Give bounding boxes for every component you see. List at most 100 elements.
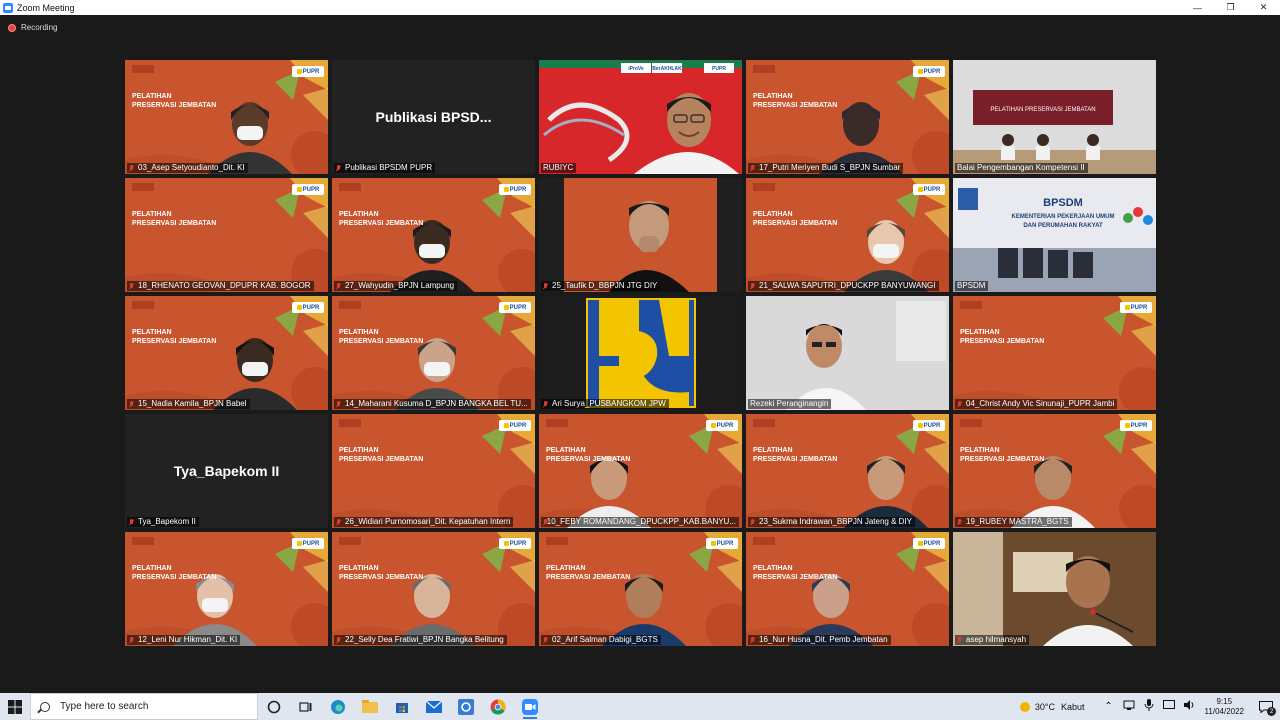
task-view-icon[interactable]	[290, 693, 322, 720]
slide-title-line2: PRESERVASI JEMBATAN	[546, 574, 631, 581]
pupr-logo: PUPR	[499, 302, 531, 313]
slide-title: PELATIHAN PRESERVASI JEMBATAN	[132, 210, 216, 228]
notification-center-button[interactable]: 2	[1252, 693, 1280, 720]
window-titlebar: Zoom Meeting — ❐ ✕	[0, 0, 1280, 15]
muted-mic-icon	[336, 282, 342, 290]
participant-tile[interactable]: PELATIHAN PRESERVASI JEMBATAN PUPR 10_FEBY …	[539, 414, 742, 528]
participant-tile[interactable]: PELATIHAN PRESERVASI JEMBATAN PUPR 21_SALWA…	[746, 178, 949, 292]
participant-tile[interactable]: BPSDM KEMENTERIAN PEKERJAAN UMUM DAN PERUM…	[953, 178, 1156, 292]
edge-browser-icon[interactable]	[322, 693, 354, 720]
participant-tile[interactable]: PELATIHAN PRESERVASI JEMBATAN PUPR 18_RHENA…	[125, 178, 328, 292]
volume-icon[interactable]	[1179, 699, 1199, 714]
close-button[interactable]: ✕	[1247, 0, 1280, 15]
participant-name: asep hilmansyah	[966, 635, 1027, 644]
participant-tile[interactable]: Ari Surya_PUSBANGKOM JPW	[539, 296, 742, 410]
zoom-taskbar-icon[interactable]	[514, 693, 546, 720]
participant-name: 23_Sukma Indrawan_BBPJN Jateng & DIY	[759, 517, 912, 526]
participant-tile[interactable]: 25_Taufik D_BBPJN JTG DIY	[539, 178, 742, 292]
participant-name: 16_Nur Husna_Dit. Pemb Jembatan	[759, 635, 888, 644]
muted-mic-icon	[129, 282, 135, 290]
slide-background	[746, 60, 949, 174]
slide-title-line2: PRESERVASI JEMBATAN	[339, 574, 424, 581]
participant-name-label: 17_Putri Meriyen Budi S_BPJN Sumbar	[748, 163, 904, 173]
participant-tile[interactable]: iProVe BerAKHLAK PUPR RUBIYC	[539, 60, 742, 174]
minimize-button[interactable]: —	[1181, 0, 1214, 15]
clock-time: 9:15	[1216, 696, 1233, 706]
maximize-button[interactable]: ❐	[1214, 0, 1247, 15]
participant-tile[interactable]: asep hilmansyah	[953, 532, 1156, 646]
slide-background	[953, 414, 1156, 528]
participant-tile[interactable]: PELATIHAN PRESERVASI JEMBATAN PUPR 03_Asep …	[125, 60, 328, 174]
slide-title-line1: PELATIHAN	[753, 565, 793, 572]
room-camera-feed: PELATIHAN PRESERVASI JEMBATAN	[953, 60, 1156, 174]
participant-tile[interactable]: PELATIHAN PRESERVASI JEMBATAN PUPR 26_Widia…	[332, 414, 535, 528]
avatar-display-name: Publikasi BPSD...	[375, 109, 492, 125]
camera-feed: iProVe BerAKHLAK PUPR	[539, 60, 742, 174]
participant-tile[interactable]: PELATIHAN PRESERVASI JEMBATAN Balai Penge…	[953, 60, 1156, 174]
participant-tile[interactable]: PELATIHAN PRESERVASI JEMBATAN PUPR 17_Putri…	[746, 60, 949, 174]
participant-tile[interactable]: PELATIHAN PRESERVASI JEMBATAN PUPR 27_Wahyu…	[332, 178, 535, 292]
participant-tile[interactable]: PELATIHAN PRESERVASI JEMBATAN PUPR 02_Arif …	[539, 532, 742, 646]
participant-tile[interactable]: PELATIHAN PRESERVASI JEMBATAN PUPR 14_Mahar…	[332, 296, 535, 410]
participant-name: RUBIYC	[543, 163, 574, 172]
clock-date: 11/04/2022	[1204, 706, 1244, 716]
participant-tile[interactable]: Tya_Bapekom II Tya_Bapekom II	[125, 414, 328, 528]
participant-tile[interactable]: PELATIHAN PRESERVASI JEMBATAN PUPR 12_Leni …	[125, 532, 328, 646]
display-icon[interactable]	[1159, 699, 1179, 714]
participant-name: 02_Arif Salman Dabigi_BGTS	[552, 635, 658, 644]
slide-title-line2: PRESERVASI JEMBATAN	[960, 338, 1045, 345]
slide-title: PELATIHAN PRESERVASI JEMBATAN	[753, 446, 837, 464]
microphone-icon[interactable]	[1139, 699, 1159, 714]
weather-widget[interactable]: 30°C Kabut	[1019, 701, 1085, 712]
slide-title-line2: PRESERVASI JEMBATAN	[753, 102, 838, 109]
slide-title-line1: PELATIHAN	[753, 93, 793, 100]
start-button[interactable]	[0, 693, 30, 720]
file-explorer-icon[interactable]	[354, 693, 386, 720]
participant-tile[interactable]: PELATIHAN PRESERVASI JEMBATAN PUPR 16_Nur H…	[746, 532, 949, 646]
chevron-up-icon[interactable]: ⌃	[1099, 701, 1119, 712]
pupr-logo: PUPR	[706, 538, 738, 549]
participant-name-label: 03_Asep Setyoudianto_Dit. KI	[127, 163, 248, 173]
gallery-grid: PELATIHAN PRESERVASI JEMBATAN PUPR 03_Asep …	[125, 60, 1156, 648]
taskbar-search-box[interactable]: Type here to search	[30, 693, 258, 720]
participant-tile[interactable]: Publikasi BPSD... Publikasi BPSDM PUPR	[332, 60, 535, 174]
slide-title-line1: PELATIHAN	[339, 447, 379, 454]
slide-background	[746, 414, 949, 528]
muted-mic-icon	[543, 282, 549, 290]
muted-mic-icon	[957, 636, 963, 644]
slide-title-line1: PELATIHAN	[753, 447, 793, 454]
notification-count-badge: 2	[1267, 707, 1276, 716]
participant-tile[interactable]: PELATIHAN PRESERVASI JEMBATAN PUPR 22_Selly…	[332, 532, 535, 646]
slide-title-line1: PELATIHAN	[960, 447, 1000, 454]
participant-tile[interactable]: PELATIHAN PRESERVASI JEMBATAN PUPR 15_Nadia…	[125, 296, 328, 410]
cortana-icon[interactable]	[258, 693, 290, 720]
participant-name: 21_SALWA SAPUTRI_DPUCKPP BANYUWANGI	[759, 281, 936, 290]
participant-tile[interactable]: PELATIHAN PRESERVASI JEMBATAN PUPR 19_RUBEY…	[953, 414, 1156, 528]
participant-name-label: 04_Christ Andy Vic Sinunaji_PUPR Jambi	[955, 399, 1118, 409]
task-view-glyph-icon	[299, 701, 312, 712]
chrome-icon[interactable]	[482, 693, 514, 720]
participant-name-label: 23_Sukma Indrawan_BBPJN Jateng & DIY	[748, 517, 915, 527]
slide-title-line2: PRESERVASI JEMBATAN	[960, 456, 1045, 463]
participant-name-label: 16_Nur Husna_Dit. Pemb Jembatan	[748, 635, 891, 645]
search-placeholder: Type here to search	[60, 701, 149, 712]
slide-title: PELATIHAN PRESERVASI JEMBATAN	[339, 564, 423, 582]
slide-background	[125, 532, 328, 646]
taskbar-clock[interactable]: 9:15 11/04/2022	[1205, 697, 1244, 717]
network-icon[interactable]	[1119, 699, 1139, 714]
store-icon[interactable]	[386, 693, 418, 720]
recording-indicator[interactable]: Recording	[8, 23, 57, 32]
edge-glyph-icon	[331, 699, 345, 714]
muted-mic-icon	[336, 164, 342, 172]
calendar-icon[interactable]	[450, 693, 482, 720]
participant-name: 12_Leni Nur Hikman_Dit. KI	[138, 635, 238, 644]
participant-tile[interactable]: PELATIHAN PRESERVASI JEMBATAN PUPR 23_Sukma…	[746, 414, 949, 528]
participant-tile[interactable]: PELATIHAN PRESERVASI JEMBATAN PUPR 04_Chris…	[953, 296, 1156, 410]
muted-mic-icon	[750, 282, 756, 290]
mail-icon[interactable]	[418, 693, 450, 720]
participant-tile[interactable]: Rezeki Peranginangin	[746, 296, 949, 410]
room-camera-feed: BPSDM KEMENTERIAN PEKERJAAN UMUM DAN PERUM…	[953, 178, 1156, 292]
participant-name: Tya_Bapekom II	[138, 517, 196, 526]
store-bag-icon	[396, 702, 408, 713]
slide-title: PELATIHAN PRESERVASI JEMBATAN	[339, 328, 423, 346]
